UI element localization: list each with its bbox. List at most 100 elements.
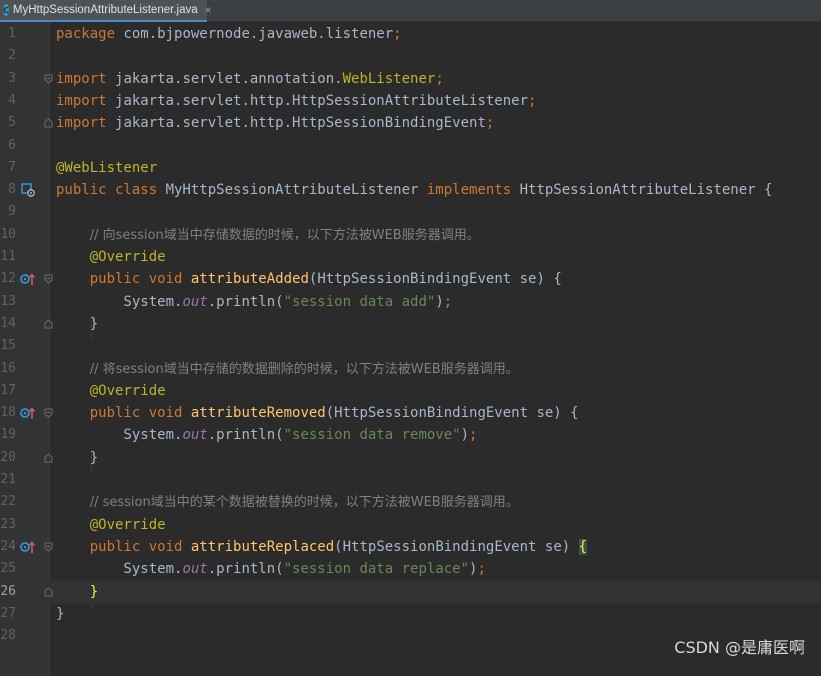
- code-line[interactable]: 10 // 向session域当中存储数据的时候，以下方法被WEB服务器调用。: [0, 224, 821, 246]
- override-icon[interactable]: [20, 540, 36, 554]
- code-text: public void attributeReplaced(HttpSessio…: [56, 536, 588, 558]
- code-line[interactable]: 15: [0, 335, 821, 357]
- close-icon[interactable]: ×: [205, 3, 212, 17]
- code-line[interactable]: 7 @WebListener: [0, 157, 821, 179]
- code-token: .println(: [207, 427, 284, 444]
- code-line[interactable]: 18 public void attributeRemoved(HttpSess…: [0, 402, 821, 424]
- code-token: @WebListener: [56, 159, 158, 176]
- code-line[interactable]: 11 @Override: [0, 246, 821, 268]
- line-number: 1: [8, 26, 16, 41]
- line-number: 16: [0, 360, 16, 376]
- code-line[interactable]: 14 }: [0, 313, 821, 335]
- fold-start-icon[interactable]: [44, 408, 53, 418]
- code-line[interactable]: 20 }: [0, 447, 821, 469]
- code-token: ;: [469, 427, 478, 444]
- code-line[interactable]: 27}: [0, 603, 821, 625]
- line-number: 14: [0, 315, 16, 331]
- code-text: import jakarta.servlet.http.HttpSessionA…: [56, 90, 536, 112]
- line-number: 19: [0, 427, 16, 443]
- code-line[interactable]: 6: [0, 135, 821, 157]
- line-number: 20: [0, 449, 16, 465]
- code-line[interactable]: 2: [0, 45, 821, 67]
- fold-start-icon[interactable]: [44, 74, 53, 84]
- fold-end-icon[interactable]: [44, 118, 53, 128]
- code-editor[interactable]: 1 package com.bjpowernode.javaweb.listene…: [0, 22, 821, 676]
- override-icon[interactable]: [20, 406, 36, 420]
- code-line[interactable]: 22 // session域当中的某个数据被替换的时候，以下方法被WEB服务器调…: [0, 491, 821, 513]
- line-number: 9: [8, 204, 16, 220]
- code-token: public void: [89, 271, 191, 288]
- code-line[interactable]: 8 public class MyHttpSessionAttributeList…: [0, 179, 821, 201]
- code-line[interactable]: 4 import jakarta.servlet.http.HttpSession…: [0, 90, 821, 112]
- code-text: }: [56, 603, 64, 625]
- fold-start-icon[interactable]: [44, 542, 53, 552]
- code-text: System.out.println("session data replace…: [56, 558, 485, 580]
- code-token: ;: [485, 115, 495, 132]
- line-number: 10: [0, 226, 16, 242]
- code-text: public void attributeAdded(HttpSessionBi…: [56, 268, 562, 290]
- code-text: }: [56, 447, 98, 469]
- line-number: 23: [0, 516, 16, 532]
- fold-end-icon[interactable]: [44, 453, 53, 463]
- code-token: System.: [56, 427, 183, 444]
- code-token: // session域当中的某个数据被替换的时候，以下方法被WEB服务器调用。: [89, 495, 519, 511]
- code-text: // 将session域当中存储的数据删除的时候，以下方法被WEB服务器调用。: [56, 358, 519, 381]
- fold-start-icon[interactable]: [44, 274, 53, 284]
- file-tab-label: MyHttpSessionAttributeListener.java: [12, 4, 198, 16]
- watermark: CSDN @是庸医啊: [674, 638, 805, 657]
- code-line[interactable]: 1 package com.bjpowernode.javaweb.listene…: [0, 23, 821, 45]
- code-line[interactable]: 16 // 将session域当中存储的数据删除的时候，以下方法被WEB服务器调…: [0, 358, 821, 380]
- line-number: 18: [0, 405, 16, 421]
- code-token: ;: [528, 92, 537, 109]
- code-line[interactable]: 26 }: [0, 580, 821, 603]
- line-number: 12: [0, 271, 16, 287]
- code-token: // 将session域当中存储的数据删除的时候，以下方法被WEB服务器调用。: [89, 361, 519, 377]
- code-token: {: [578, 538, 588, 555]
- code-token: (HttpSessionBindingEvent se) {: [308, 271, 562, 288]
- line-number: 26: [0, 583, 16, 599]
- code-line[interactable]: 5 import jakarta.servlet.http.HttpSession…: [0, 112, 821, 134]
- code-line[interactable]: 13 System.out.println("session data add"…: [0, 291, 821, 313]
- code-text: // 向session域当中存储数据的时候，以下方法被WEB服务器调用。: [56, 224, 480, 247]
- code-line[interactable]: 23 @Override: [0, 514, 821, 536]
- code-text: import jakarta.servlet.http.HttpSessionB…: [56, 112, 494, 134]
- implementation-icon[interactable]: [20, 183, 36, 197]
- code-token: ;: [435, 70, 444, 87]
- code-line[interactable]: 21: [0, 469, 821, 491]
- code-token: jakarta.servlet.http.HttpSessionAttribut…: [115, 92, 529, 109]
- fold-end-icon[interactable]: [44, 586, 53, 597]
- code-token: }: [56, 315, 99, 332]
- code-line[interactable]: 3 import jakarta.servlet.annotation.WebLi…: [0, 68, 821, 90]
- code-line[interactable]: 9: [0, 201, 821, 223]
- code-line[interactable]: 25 System.out.println("session data repl…: [0, 558, 821, 580]
- code-token: out: [182, 293, 208, 310]
- code-token: "session data replace": [283, 561, 470, 578]
- line-number: 4: [8, 92, 16, 108]
- code-line[interactable]: 24 public void attributeReplaced(HttpSes…: [0, 536, 821, 558]
- code-token: package: [56, 26, 124, 42]
- code-token: import: [56, 92, 116, 109]
- file-tab[interactable]: C MyHttpSessionAttributeListener.java ×: [0, 0, 212, 22]
- code-token: ): [435, 293, 444, 310]
- code-token: import: [56, 115, 116, 132]
- override-icon[interactable]: [20, 272, 36, 286]
- code-line[interactable]: 12 public void attributeAdded(HttpSessio…: [0, 268, 821, 290]
- code-token: import: [56, 70, 116, 87]
- code-text: import jakarta.servlet.annotation.WebLis…: [56, 68, 444, 90]
- code-line[interactable]: 19 System.out.println("session data remo…: [0, 424, 821, 446]
- line-number: 8: [8, 182, 16, 198]
- code-text: public class MyHttpSessionAttributeListe…: [56, 179, 772, 201]
- code-token: WebListener: [342, 70, 436, 87]
- code-token: "session data add": [283, 293, 436, 310]
- code-text: // session域当中的某个数据被替换的时候，以下方法被WEB服务器调用。: [56, 491, 519, 514]
- line-number: 22: [0, 494, 16, 510]
- code-token: attributeAdded: [190, 271, 309, 288]
- code-line[interactable]: 17 @Override: [0, 380, 821, 402]
- fold-end-icon[interactable]: [44, 319, 53, 329]
- code-token: ): [460, 427, 470, 444]
- code-token: attributeReplaced: [190, 538, 335, 555]
